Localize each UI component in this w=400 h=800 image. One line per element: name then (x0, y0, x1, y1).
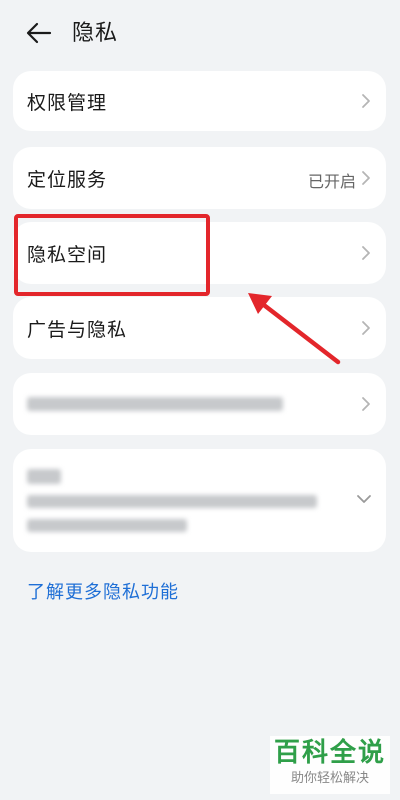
blurred-heading (27, 469, 61, 484)
annotation-arrow-icon (248, 293, 341, 365)
blurred-description-line (27, 519, 187, 532)
back-arrow-icon[interactable] (24, 18, 54, 48)
location-service-label: 定位服务 (27, 169, 108, 191)
watermark-title: 百科全说 (273, 738, 386, 768)
chevron-right-icon (362, 321, 370, 335)
watermark: 百科全说 助你轻松解决 (270, 736, 390, 794)
learn-more-privacy-link[interactable]: 了解更多隐私功能 (27, 578, 179, 604)
chevron-right-icon (362, 171, 370, 185)
location-service-status: 已开启 (307, 172, 356, 191)
chevron-right-icon (362, 246, 370, 260)
highlight-box (14, 214, 210, 296)
chevron-down-icon[interactable] (356, 493, 372, 505)
blurred-text (27, 397, 283, 411)
page-title: 隐私 (72, 21, 119, 46)
watermark-subtitle: 助你轻松解决 (290, 771, 369, 786)
blurred-description-line (27, 495, 317, 508)
location-service-item[interactable]: 定位服务 已开启 (13, 147, 386, 209)
permission-management-item[interactable]: 权限管理 (13, 71, 386, 131)
blurred-expandable-item[interactable] (13, 449, 386, 552)
blurred-item[interactable] (13, 373, 386, 435)
permission-management-label: 权限管理 (27, 92, 108, 114)
chevron-right-icon (362, 94, 370, 108)
header-bar: 隐私 (0, 0, 400, 64)
chevron-right-icon (362, 397, 370, 411)
ads-privacy-label: 广告与隐私 (27, 319, 128, 341)
